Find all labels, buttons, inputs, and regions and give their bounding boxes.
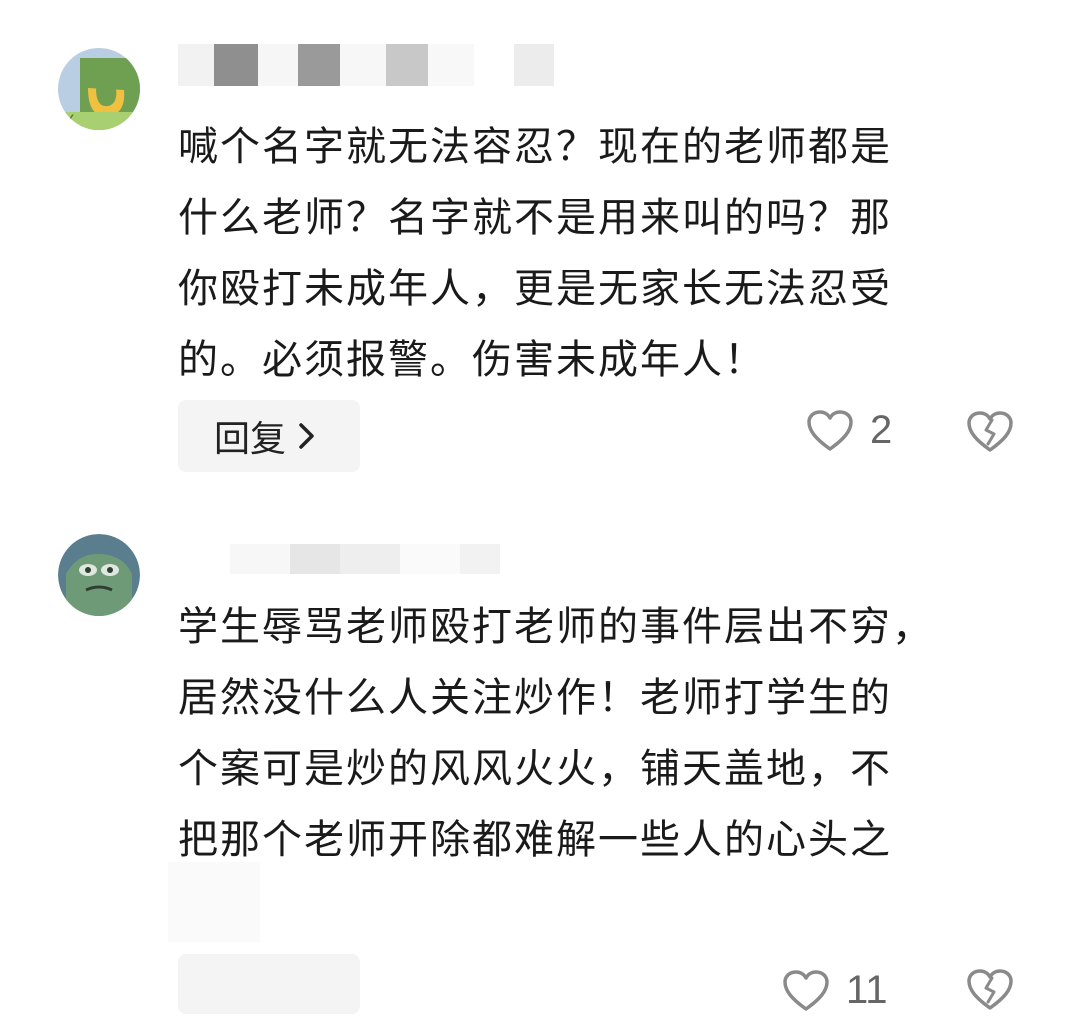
comment-text: 喊个名字就无法容忍？现在的老师都是 什么老师？名字就不是用来叫的吗？那 你殴打未… xyxy=(178,112,1038,396)
like-button[interactable]: 2 xyxy=(806,408,892,453)
comment-line: 什么老师？名字就不是用来叫的吗？那 xyxy=(178,195,892,241)
comment-item: 学生辱骂老师殴打老师的事件层出不穷， 居然没什么人关注炒作！老师打学生的 个案可… xyxy=(0,490,1080,1014)
frog-avatar-icon: Y xyxy=(58,48,140,130)
broken-heart-icon xyxy=(967,969,1013,1010)
comment-text: 学生辱骂老师殴打老师的事件层出不穷， 居然没什么人关注炒作！老师打学生的 个案可… xyxy=(178,592,1038,876)
comment-line: 你殴打未成年人，更是无家长无法忍受 xyxy=(178,266,892,312)
blurred-area xyxy=(168,862,260,942)
reply-label: 回复 xyxy=(214,419,287,460)
comment-line: 学生辱骂老师殴打老师的事件层出不穷， xyxy=(178,604,934,650)
comment-line: 个案可是炒的风风火火，铺天盖地，不 xyxy=(178,746,892,792)
dislike-button[interactable] xyxy=(966,410,1014,458)
comment-line: 的。必须报警。伤害未成年人！ xyxy=(178,337,766,383)
heart-outline-icon xyxy=(783,969,829,1011)
comment-line: 喊个名字就无法容忍？现在的老师都是 xyxy=(178,124,892,170)
chevron-right-icon xyxy=(299,423,314,449)
avatar[interactable]: Y xyxy=(58,48,140,130)
svg-text:Y: Y xyxy=(63,111,74,130)
username-blurred[interactable] xyxy=(178,44,554,86)
like-count: 2 xyxy=(870,408,893,452)
username-blurred[interactable] xyxy=(230,544,500,574)
reply-button[interactable]: 回复 xyxy=(178,400,360,472)
comment-line: 把那个老师开除都难解一些人的心头之 xyxy=(178,817,892,863)
broken-heart-icon xyxy=(967,411,1013,452)
frog-avatar-icon xyxy=(58,534,140,616)
like-count: 11 xyxy=(846,968,888,1012)
comment-item: Y 喊个名字就无法容忍？现在的老师都是 什么老师？名字就不是用来叫的吗？那 你殴… xyxy=(0,0,1080,490)
avatar[interactable] xyxy=(58,534,140,616)
dislike-button[interactable] xyxy=(966,968,1014,1016)
like-button[interactable]: 11 xyxy=(782,968,888,1013)
heart-outline-icon xyxy=(807,409,853,451)
comment-line: 居然没什么人关注炒作！老师打学生的 xyxy=(178,675,892,721)
reply-button[interactable] xyxy=(178,954,360,1014)
